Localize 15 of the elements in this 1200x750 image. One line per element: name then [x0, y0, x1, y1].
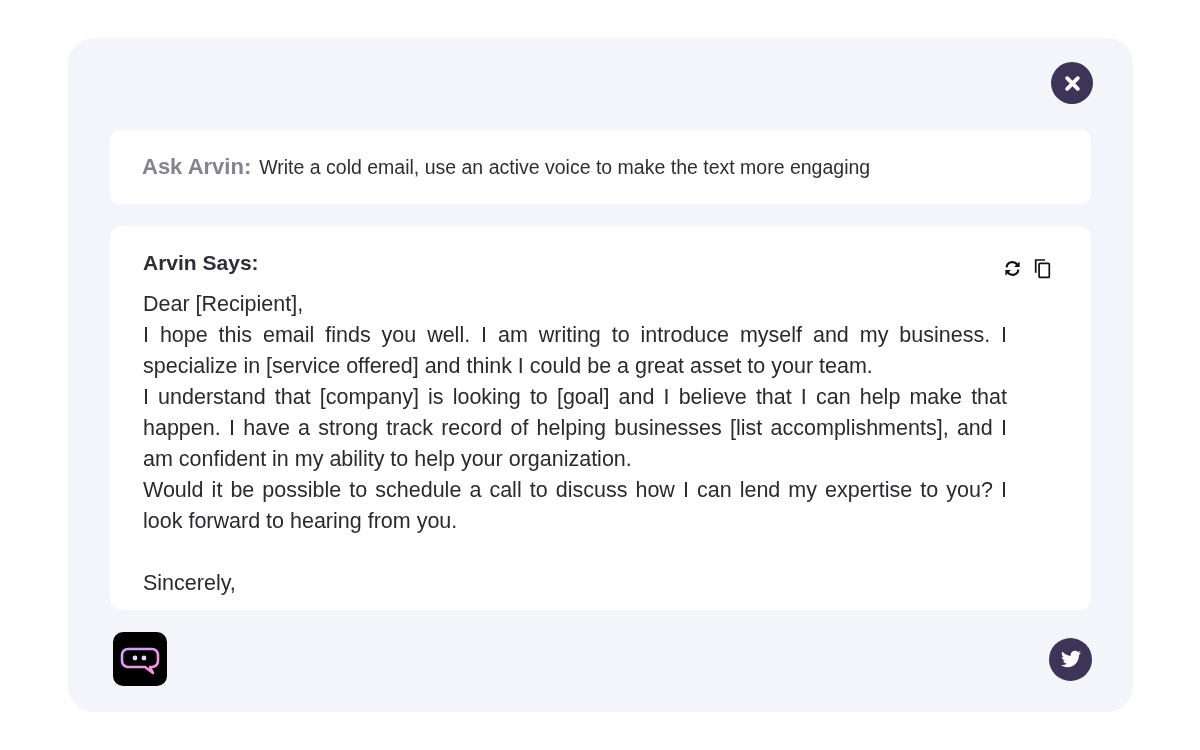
copy-icon[interactable]: [1034, 258, 1051, 279]
refresh-icon[interactable]: [1003, 259, 1022, 278]
response-paragraph: Dear [Recipient],: [143, 291, 305, 318]
bird-icon: [1059, 648, 1082, 670]
prompt-label: Ask Arvin:: [142, 154, 252, 180]
close-icon: [1063, 74, 1081, 92]
response-paragraph: Would it be possible to schedule a call to discuss how I can lend my expertise to you? I look forward to hearing from you.: [143, 477, 1007, 535]
response-paragraph: Sincerely,: [143, 570, 237, 597]
response-paragraph: I understand that [company] is looking to [goal] and I believe that I can help make that happen. I have a strong track record of helping businesses [list accomplishments], and I am confident in my ability to help your organization.: [143, 384, 1007, 473]
response-heading: Arvin Says:: [143, 250, 259, 276]
chat-bubble-logo-icon[interactable]: [113, 632, 167, 686]
response-paragraph: I hope this email finds you well. I am writing to introduce myself and my business. I specialize in [service offered] and think I could be a great asset to your team.: [143, 322, 1007, 380]
close-button[interactable]: [1051, 62, 1093, 104]
prompt-text: Write a cold email, use an active voice to make the text more engaging: [259, 155, 871, 179]
twitter-button[interactable]: [1049, 637, 1092, 681]
